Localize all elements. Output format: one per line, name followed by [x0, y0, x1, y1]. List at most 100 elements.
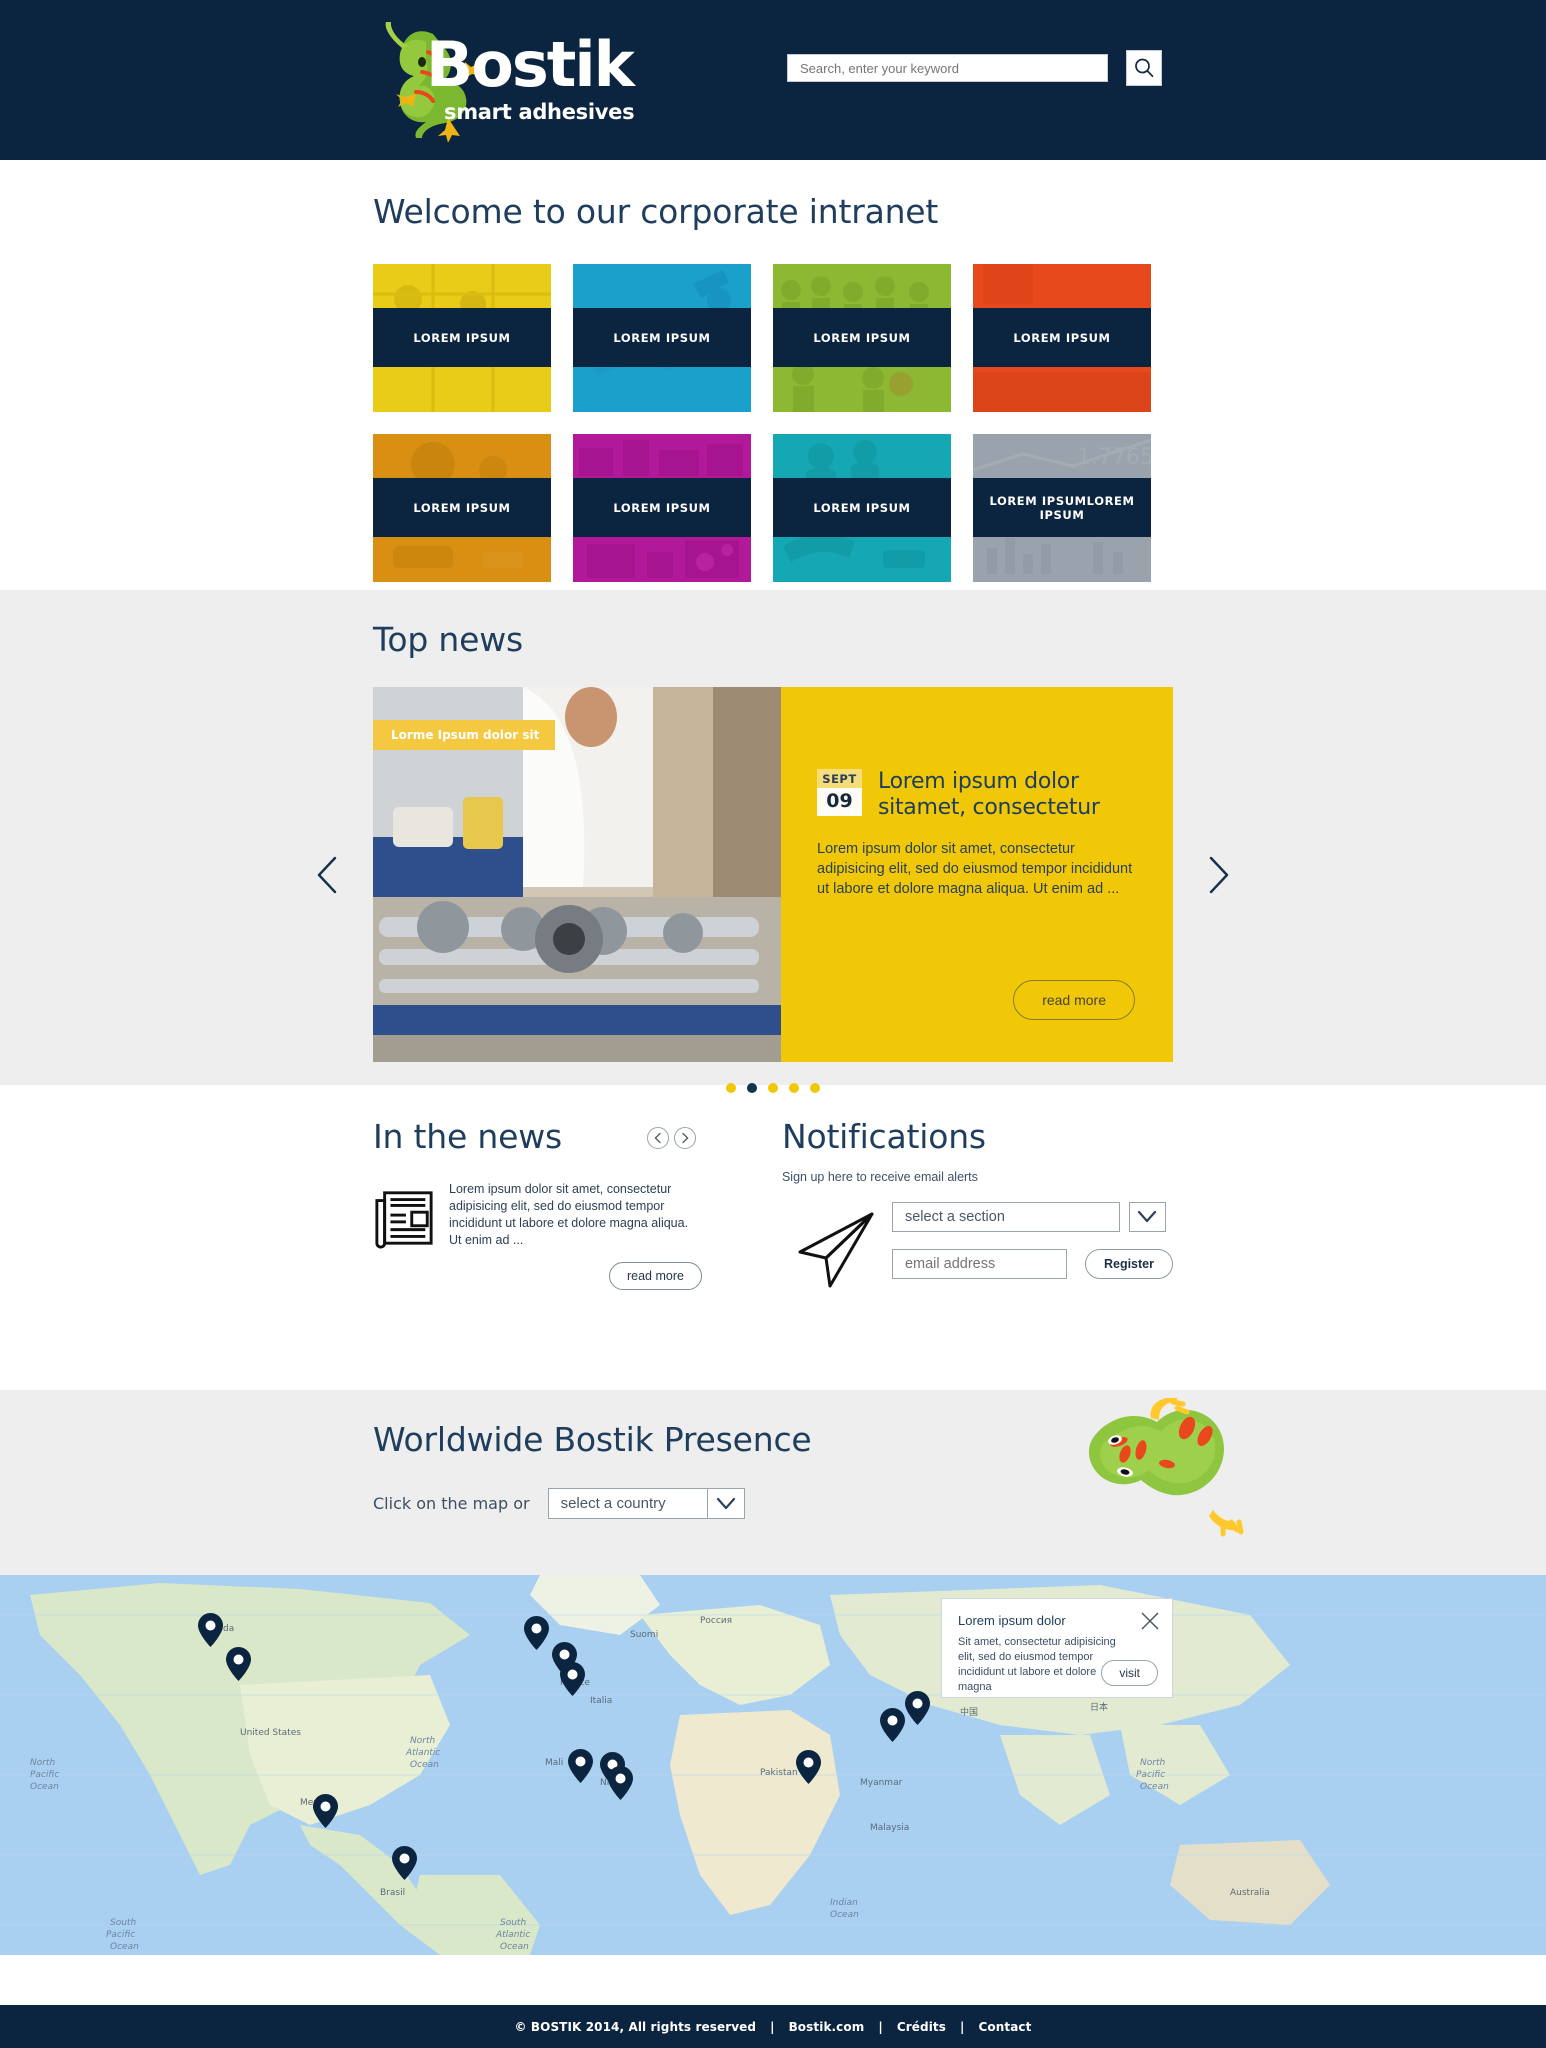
map-popup-title: Lorem ipsum dolor	[958, 1613, 1066, 1628]
topnews-title: Top news	[373, 620, 523, 659]
tile-5[interactable]: LOREM IPSUM	[573, 434, 751, 582]
tile-band-0: LOREM IPSUM	[373, 308, 551, 367]
map-pin-icon	[198, 1613, 223, 1647]
tile-label-6: LOREM IPSUM	[813, 500, 911, 515]
svg-text:Ocean: Ocean	[410, 1760, 439, 1770]
svg-text:Pakistan: Pakistan	[760, 1768, 798, 1778]
carousel-dot-5[interactable]	[810, 1083, 820, 1093]
carousel-dot-1[interactable]	[726, 1083, 736, 1093]
svg-text:Brasil: Brasil	[380, 1888, 405, 1898]
search-button[interactable]	[1126, 50, 1162, 86]
country-select-arrow-button[interactable]	[707, 1488, 745, 1519]
svg-text:Atlantic: Atlantic	[495, 1930, 530, 1940]
in-the-news-read-more-button[interactable]: read more	[608, 1262, 702, 1290]
svg-text:Ocean: Ocean	[830, 1910, 859, 1920]
world-map[interactable]: North Pacific Ocean North Atlantic Ocean Nor…	[0, 1575, 1546, 1955]
svg-text:1.7765: 1.7765	[1077, 445, 1151, 470]
footer-link-credits[interactable]: Crédits	[897, 2020, 946, 2034]
tile-label-3: LOREM IPSUM	[1013, 330, 1111, 345]
map-pin[interactable]	[880, 1708, 905, 1742]
tile-label-5: LOREM IPSUM	[613, 500, 711, 515]
map-pin[interactable]	[198, 1613, 223, 1647]
close-icon[interactable]	[1140, 1611, 1160, 1631]
map-popup-visit-button[interactable]: visit	[1101, 1660, 1158, 1686]
map-pin[interactable]	[524, 1616, 549, 1650]
tile-band-2: LOREM IPSUM	[773, 308, 951, 367]
map-pin[interactable]	[226, 1647, 251, 1681]
carousel-dot-2[interactable]	[747, 1083, 757, 1093]
map-pin-icon	[568, 1749, 593, 1783]
svg-text:South: South	[110, 1918, 136, 1928]
in-the-news-next-button[interactable]	[673, 1127, 696, 1149]
search-icon	[1135, 58, 1154, 78]
welcome-section: Welcome to our corporate intranet LOREM …	[0, 160, 1546, 590]
svg-text:North: North	[410, 1736, 435, 1746]
chevron-right-icon	[1209, 856, 1229, 893]
chevron-right-circle-icon	[682, 1132, 689, 1144]
tile-band-6: LOREM IPSUM	[773, 478, 951, 537]
image-caption-badge: Lorme Ipsum dolor sit	[373, 720, 556, 750]
notifications-block: Notifications Sign up here to receive em…	[702, 1117, 1173, 1296]
search-box[interactable]	[787, 54, 1108, 82]
carousel-dot-4[interactable]	[789, 1083, 799, 1093]
svg-text:Россия: Россия	[700, 1616, 732, 1626]
logo[interactable]: Bostik smart adhesives	[378, 14, 638, 142]
svg-text:Pacific: Pacific	[1136, 1770, 1165, 1780]
map-pin-icon	[524, 1616, 549, 1650]
map-pin-icon	[392, 1846, 417, 1880]
site-footer: © BOSTIK 2014, All rights reserved | Bos…	[0, 2005, 1546, 2048]
svg-text:中国: 中国	[960, 1706, 978, 1718]
carousel-next-button[interactable]	[1203, 852, 1233, 898]
footer-link-contact[interactable]: Contact	[978, 2020, 1031, 2034]
map-pin[interactable]	[560, 1662, 585, 1696]
site-header: Bostik smart adhesives	[0, 0, 1546, 160]
carousel-prev-button[interactable]	[313, 852, 343, 898]
map-canvas: North Pacific Ocean North Atlantic Ocean Nor…	[0, 1575, 1546, 1955]
svg-text:Ocean: Ocean	[500, 1942, 529, 1952]
carousel-dot-3[interactable]	[768, 1083, 778, 1093]
tile-label-4: LOREM IPSUM	[413, 500, 511, 515]
in-the-news-actions: read more	[449, 1249, 702, 1290]
tile-label-1: LOREM IPSUM	[613, 330, 711, 345]
map-pin[interactable]	[608, 1766, 633, 1800]
map-pin[interactable]	[313, 1794, 338, 1828]
section-select-arrow-button[interactable]	[1128, 1202, 1166, 1232]
section-select[interactable]: select a section	[891, 1202, 1120, 1232]
news-date-month: SEPT	[817, 769, 862, 788]
map-pin[interactable]	[796, 1750, 821, 1784]
footer-separator: |	[878, 2019, 883, 2034]
newspaper-icon	[375, 1191, 433, 1249]
footer-link-bostik-com[interactable]: Bostik.com	[789, 2020, 865, 2034]
footer-separator: |	[770, 2019, 775, 2034]
tile-band-7: LOREM IPSUMLOREM IPSUM	[973, 478, 1151, 537]
in-the-news-nav	[646, 1127, 696, 1149]
chevron-left-icon	[317, 856, 337, 893]
svg-text:Pacific: Pacific	[30, 1770, 59, 1780]
map-popup[interactable]: Lorem ipsum dolor Sit amet, consectetur …	[941, 1598, 1173, 1698]
tile-6[interactable]: LOREM IPSUM	[773, 434, 951, 582]
tile-7[interactable]: 1.7765 LOREM IPSUMLOREM IPSUM	[973, 434, 1151, 582]
tile-band-3: LOREM IPSUM	[973, 308, 1151, 367]
news-read-more-button[interactable]: read more	[1013, 980, 1135, 1020]
tile-3[interactable]: LOREM IPSUM	[973, 264, 1151, 412]
country-select[interactable]: select a country	[547, 1488, 708, 1519]
svg-text:Ocean: Ocean	[30, 1782, 59, 1792]
news-date: SEPT 09	[817, 769, 862, 816]
chevron-down-icon	[1138, 1210, 1157, 1223]
map-pin[interactable]	[905, 1691, 930, 1725]
in-the-news-prev-button[interactable]	[646, 1127, 669, 1149]
tile-0[interactable]: LOREM IPSUM	[373, 264, 551, 412]
logo-text: Bostik smart adhesives	[426, 34, 635, 125]
svg-text:North: North	[1140, 1758, 1165, 1768]
register-button[interactable]: Register	[1084, 1249, 1173, 1279]
search-input[interactable]	[788, 55, 1107, 81]
tile-2[interactable]: LOREM IPSUM	[773, 264, 951, 412]
tile-1[interactable]: LOREM IPSUM	[573, 264, 751, 412]
tile-4[interactable]: LOREM IPSUM	[373, 434, 551, 582]
email-input[interactable]	[891, 1249, 1067, 1279]
map-pin[interactable]	[392, 1846, 417, 1880]
carousel-image[interactable]: Lorme Ipsum dolor sit	[373, 687, 781, 1062]
footer-separator: |	[960, 2019, 965, 2034]
map-pin[interactable]	[568, 1749, 593, 1783]
country-picker-row: Click on the map or select a country	[373, 1488, 1173, 1519]
